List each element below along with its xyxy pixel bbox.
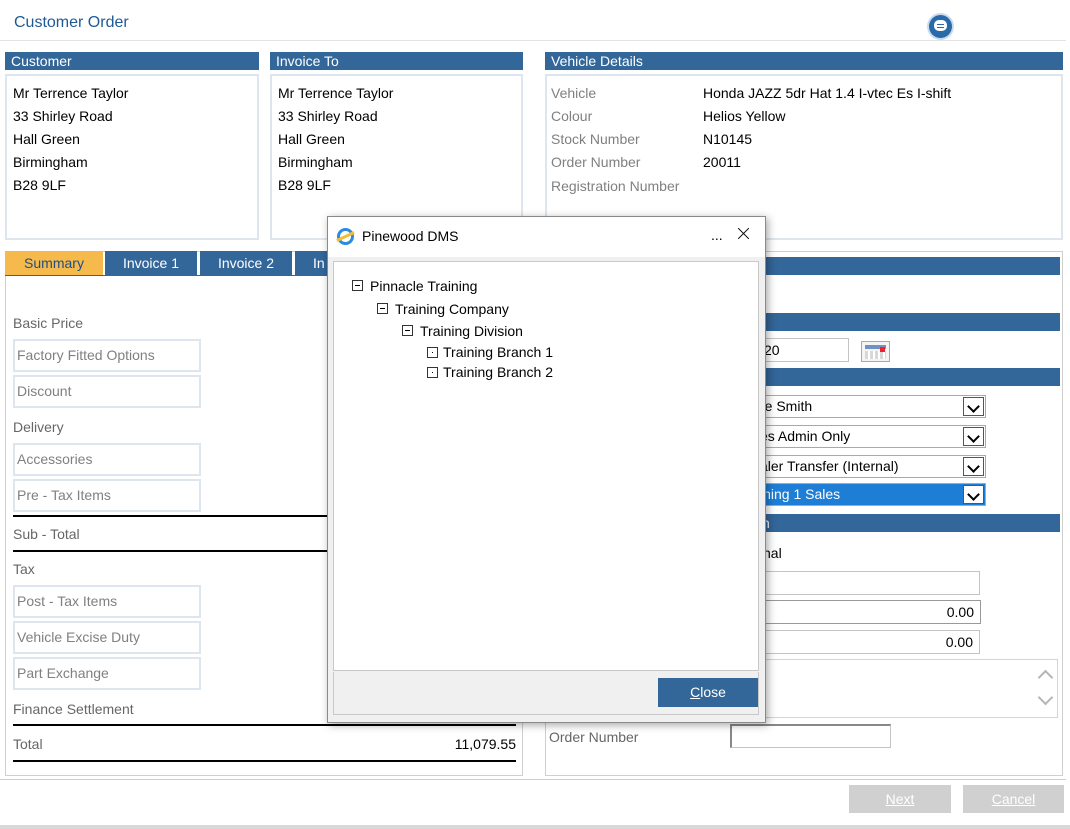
- vehicle-value: Honda JAZZ 5dr Hat 1.4 I-vtec Es I-shift: [703, 85, 952, 101]
- basic-price-label: Basic Price: [13, 315, 84, 331]
- pinewood-dms-dialog: Pinewood DMS ... Pinnacle Training Train…: [327, 216, 766, 723]
- divider: [13, 760, 516, 762]
- admin-value: es Admin Only: [760, 428, 851, 444]
- tax-label: Tax: [13, 561, 35, 577]
- stock-number-value: N10145: [703, 131, 753, 147]
- discount-button[interactable]: Discount: [13, 375, 201, 408]
- customer-line: Birmingham: [13, 154, 88, 170]
- total-label: Total: [13, 736, 43, 752]
- salesperson-value: re Smith: [760, 398, 813, 414]
- vehicle-details-header: Vehicle Details: [545, 52, 1063, 70]
- text-field[interactable]: [755, 571, 980, 595]
- factory-fitted-options-button[interactable]: Factory Fitted Options: [13, 339, 201, 372]
- browser-icon: [337, 228, 354, 245]
- department-value: ining 1 Sales: [760, 486, 841, 502]
- collapse-icon[interactable]: [377, 303, 388, 314]
- leaf-node-icon: [427, 367, 438, 378]
- collapse-icon[interactable]: [402, 325, 413, 336]
- close-button[interactable]: Close: [658, 678, 758, 707]
- chevron-down-icon[interactable]: [963, 397, 984, 416]
- pre-tax-items-button[interactable]: Pre - Tax Items: [13, 479, 201, 512]
- department-select[interactable]: ining 1 Sales: [755, 483, 986, 506]
- close-button-label: lose: [700, 684, 726, 700]
- finance-settlement-label: Finance Settlement: [13, 701, 134, 717]
- amount-field-2[interactable]: 0.00: [755, 630, 980, 654]
- order-number-input[interactable]: [730, 724, 891, 748]
- dialog-title: Pinewood DMS: [362, 228, 459, 244]
- calendar-icon[interactable]: [861, 341, 890, 362]
- tree-node-label: Training Branch 1: [443, 344, 553, 360]
- order-number-value: 20011: [703, 154, 741, 170]
- chat-icon[interactable]: [929, 15, 952, 38]
- post-tax-items-button[interactable]: Post - Tax Items: [13, 585, 201, 618]
- customer-line: Hall Green: [13, 131, 80, 147]
- chevron-down-icon[interactable]: [963, 485, 984, 504]
- date-field[interactable]: 20: [755, 338, 849, 362]
- sub-total-label: Sub - Total: [13, 526, 80, 542]
- divider: [13, 550, 333, 552]
- tree-node-label: Training Branch 2: [443, 364, 553, 380]
- salesperson-select[interactable]: re Smith: [755, 395, 986, 418]
- amount-field-1[interactable]: 0.00: [755, 600, 981, 624]
- invoice-to-line: 33 Shirley Road: [278, 108, 378, 124]
- customer-address-box: Mr Terrence Taylor 33 Shirley Road Hall …: [5, 74, 259, 240]
- invoice-to-line: Mr Terrence Taylor: [278, 85, 394, 101]
- scroll-down-icon[interactable]: [1037, 689, 1054, 706]
- footer-divider: [0, 779, 1066, 780]
- part-exchange-button[interactable]: Part Exchange: [13, 657, 201, 690]
- transfer-select[interactable]: aler Transfer (Internal): [755, 455, 986, 478]
- chevron-down-icon[interactable]: [963, 427, 984, 446]
- invoice-to-header: Invoice To: [270, 52, 523, 70]
- admin-select[interactable]: es Admin Only: [755, 425, 986, 448]
- chevron-down-icon[interactable]: [963, 457, 984, 476]
- accessories-button[interactable]: Accessories: [13, 443, 201, 476]
- next-button[interactable]: Next: [849, 785, 951, 813]
- dialog-title-bar: Pinewood DMS ...: [328, 217, 765, 257]
- more-options-button[interactable]: ...: [711, 227, 723, 243]
- order-number-field-label: Order Number: [549, 729, 639, 745]
- stock-number-label: Stock Number: [551, 131, 640, 147]
- customer-line: B28 9LF: [13, 177, 66, 193]
- title-divider: [0, 40, 1066, 41]
- tree-node-label: Pinnacle Training: [370, 278, 478, 294]
- tab-summary[interactable]: Summary: [5, 251, 103, 276]
- registration-number-label: Registration Number: [551, 178, 680, 194]
- total-value: 11,079.55: [454, 736, 516, 752]
- dialog-footer: Close: [333, 672, 759, 715]
- leaf-node-icon: [427, 347, 438, 358]
- customer-line: 33 Shirley Road: [13, 108, 113, 124]
- divider: [13, 515, 333, 517]
- window-bottom-border: [0, 825, 1070, 829]
- collapse-icon[interactable]: [352, 280, 363, 291]
- colour-value: Helios Yellow: [703, 108, 786, 124]
- colour-label: Colour: [551, 108, 593, 124]
- customer-header: Customer: [5, 52, 259, 70]
- invoice-to-line: Hall Green: [278, 131, 345, 147]
- vehicle-excise-duty-button[interactable]: Vehicle Excise Duty: [13, 621, 201, 654]
- close-button-accesskey: C: [690, 684, 701, 700]
- page-title: Customer Order: [14, 14, 129, 31]
- scroll-up-icon[interactable]: [1037, 669, 1054, 686]
- organisation-tree: Pinnacle Training Training Company Train…: [333, 261, 759, 671]
- tab-invoice-2[interactable]: Invoice 2: [200, 251, 292, 276]
- vehicle-label: Vehicle: [551, 85, 597, 101]
- notes-textarea[interactable]: [730, 659, 1058, 718]
- divider: [13, 724, 516, 726]
- transfer-value: aler Transfer (Internal): [760, 458, 899, 474]
- invoice-to-line: Birmingham: [278, 154, 353, 170]
- tree-node-label: Training Division: [420, 323, 523, 339]
- order-number-label: Order Number: [551, 154, 641, 170]
- invoice-to-line: B28 9LF: [278, 177, 331, 193]
- delivery-label: Delivery: [13, 419, 64, 435]
- tree-node-label: Training Company: [395, 301, 509, 317]
- customer-line: Mr Terrence Taylor: [13, 85, 129, 101]
- tab-invoice-1[interactable]: Invoice 1: [105, 251, 197, 276]
- close-icon[interactable]: [733, 223, 755, 245]
- cancel-button[interactable]: Cancel: [963, 785, 1064, 813]
